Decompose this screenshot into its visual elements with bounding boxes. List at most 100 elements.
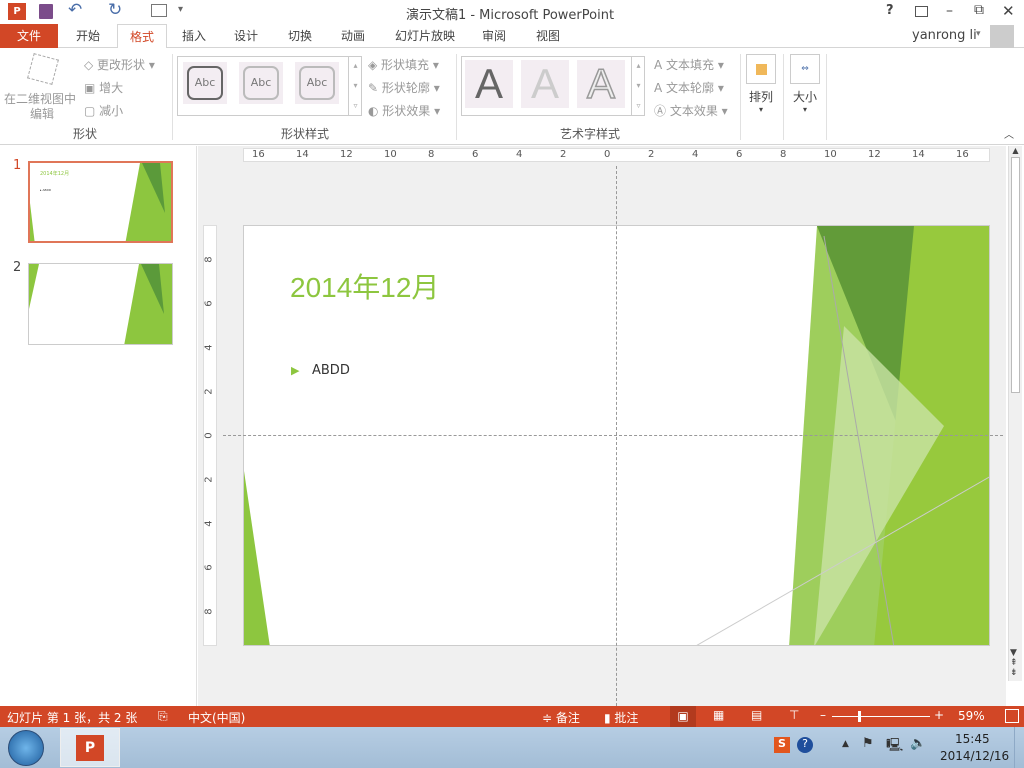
ruler-tick-label: 12 (340, 149, 353, 160)
slide-layout-icon[interactable] (151, 4, 167, 17)
customize-qat-icon[interactable]: ▾ (178, 4, 183, 15)
vertical-guide[interactable] (616, 166, 617, 706)
change-shape-button[interactable]: ◇ 更改形状 ▾ (84, 56, 155, 73)
zoom-slider[interactable] (832, 711, 930, 722)
horizontal-guide[interactable] (223, 435, 1003, 436)
comments-button[interactable]: ▮ 批注 (604, 709, 638, 726)
tab-insert[interactable]: 插入 (174, 24, 214, 48)
gallery-scroll[interactable]: ▴ ▾ ▿ (348, 56, 362, 116)
ruler-tick-label: 2 (648, 149, 655, 160)
shape-fill-label: 形状填充 (381, 58, 430, 72)
tab-slideshow[interactable]: 幻灯片放映 (390, 24, 460, 48)
slideshow-button[interactable]: ⊤ (789, 708, 799, 722)
close-button[interactable]: ✕ (1002, 2, 1015, 20)
show-hidden-icons[interactable]: ▲ (842, 739, 849, 749)
language-indicator[interactable]: 中文(中国) (188, 709, 245, 726)
help-button[interactable]: ? (886, 3, 894, 18)
undo-icon[interactable]: ↶ (68, 0, 82, 20)
tab-transitions[interactable]: 切换 (280, 24, 320, 48)
redo-icon[interactable]: ↻ (108, 0, 122, 20)
tab-view[interactable]: 视图 (528, 24, 568, 48)
collapse-ribbon-icon[interactable]: ︿ (1004, 126, 1014, 141)
tab-animations[interactable]: 动画 (333, 24, 373, 48)
restore-button[interactable]: ⧉ (974, 2, 984, 18)
ribbon: 在二维视图中 编辑 ◇ 更改形状 ▾ ▣ 增大 ▢ 减小 形状 Abc Abc … (0, 48, 1024, 145)
ime-help-icon[interactable]: ? (797, 737, 813, 753)
shape-effects-button[interactable]: ◐ 形状效果 ▾ (368, 102, 440, 119)
ruler-tick-label: 2 (203, 388, 215, 395)
chevron-down-icon[interactable]: ▾ (976, 29, 981, 39)
text-fill-button[interactable]: A 文本填充 ▾ (654, 56, 724, 73)
slide-thumbnail-2[interactable] (28, 263, 173, 345)
normal-view-button[interactable]: ▣ (670, 706, 696, 727)
shape-style-2-label: Abc (243, 66, 279, 100)
fit-to-window-button[interactable] (1005, 709, 1019, 723)
size-button[interactable]: ⇔ 大小 ▾ (790, 54, 820, 118)
tab-home[interactable]: 开始 (66, 24, 110, 48)
action-center-flag-icon[interactable]: ⚑ (862, 736, 874, 751)
spell-check-icon[interactable]: ⎘ (158, 709, 168, 724)
edit-shape-icon[interactable] (27, 53, 59, 85)
minimize-button[interactable]: – (946, 3, 953, 19)
sogou-ime-icon[interactable]: S (774, 737, 790, 753)
grow-button[interactable]: ▣ 增大 (84, 79, 123, 96)
powerpoint-logo-icon[interactable]: P (8, 3, 26, 20)
ribbon-display-options-icon[interactable] (915, 6, 928, 17)
zoom-in-button[interactable]: + (934, 708, 944, 722)
divider (826, 54, 827, 140)
vertical-scrollbar[interactable]: ▲ (1008, 146, 1022, 681)
shape-style-3[interactable]: Abc (295, 62, 339, 104)
text-outline-button[interactable]: A 文本轮廓 ▾ (654, 79, 724, 96)
reading-view-button[interactable]: ▤ (751, 708, 762, 722)
prev-slide-button[interactable]: ▼ ⇞ ⇟ (1010, 648, 1018, 678)
avatar[interactable] (990, 25, 1014, 49)
slide-sorter-button[interactable]: ▦ (713, 708, 724, 722)
shape-style-2[interactable]: Abc (239, 62, 283, 104)
wordart-style-3[interactable]: A (577, 59, 625, 108)
text-effects-button[interactable]: Ⓐ 文本效果 ▾ (654, 102, 728, 119)
divider (740, 54, 741, 140)
shape-fill-button[interactable]: ◈ 形状填充 ▾ (368, 56, 439, 73)
slide-thumbnail-1[interactable]: 2014年12月 ▸ ABDD (28, 161, 173, 243)
shape-style-1[interactable]: Abc (183, 62, 227, 104)
taskbar-powerpoint-button[interactable]: P (60, 728, 120, 767)
wordart-style-2[interactable]: A (521, 60, 569, 108)
tab-design[interactable]: 设计 (226, 24, 266, 48)
tab-file[interactable]: 文件 (0, 24, 58, 48)
user-name[interactable]: yanrong li (912, 28, 977, 43)
ruler-tick-label: 2 (203, 476, 215, 483)
wordart-gallery-scroll[interactable]: ▴ ▾ ▿ (631, 56, 645, 116)
ruler-tick-label: 16 (252, 149, 265, 160)
arrange-button[interactable]: 排列 ▾ (746, 54, 776, 118)
ruler-tick-label: 8 (428, 149, 435, 160)
shape-effects-label: 形状效果 (382, 104, 431, 118)
network-icon[interactable]: 🖳 (886, 736, 903, 758)
taskbar: P S ? ▲ ⚑ 🖳 🔈 15:45 2014/12/16 (0, 727, 1024, 768)
horizontal-ruler: 16 14 12 10 8 6 4 2 0 2 4 6 8 10 12 14 16 (243, 148, 990, 162)
title-bar: P ↶ ↻ ▾ 演示文稿1 - Microsoft PowerPoint ? –… (0, 0, 1024, 24)
slide-title[interactable]: 2014年12月 (290, 266, 439, 306)
volume-icon[interactable]: 🔈 (910, 736, 926, 751)
ruler-tick-label: 6 (472, 149, 479, 160)
tab-format[interactable]: 格式 (117, 24, 167, 49)
tab-review[interactable]: 审阅 (474, 24, 514, 48)
slide-bullet-text[interactable]: ABDD (312, 363, 350, 378)
start-button[interactable] (8, 730, 44, 766)
shape-outline-button[interactable]: ✎ 形状轮廓 ▾ (368, 79, 440, 96)
clock-date[interactable]: 2014/12/16 (940, 749, 1009, 763)
shrink-button[interactable]: ▢ 减小 (84, 102, 123, 119)
status-bar: 幻灯片 第 1 张，共 2 张 ⎘ 中文(中国) ≑ 备注 ▮ 批注 ▣ ▦ ▤… (0, 706, 1024, 727)
vertical-ruler: 8 6 4 2 0 2 4 6 8 (203, 225, 217, 646)
zoom-out-button[interactable]: – (820, 708, 826, 722)
clock-time[interactable]: 15:45 (955, 732, 990, 746)
size-label: 大小 (792, 90, 817, 104)
ribbon-tabs: 文件 开始 格式 插入 设计 切换 动画 幻灯片放映 审阅 视图 yanrong… (0, 24, 1024, 49)
notes-button[interactable]: ≑ 备注 (542, 709, 580, 726)
zoom-slider-thumb[interactable] (858, 711, 861, 722)
save-icon[interactable] (39, 4, 53, 19)
zoom-level[interactable]: 59% (958, 709, 985, 723)
shape-style-1-label: Abc (187, 66, 223, 100)
scrollbar-thumb[interactable] (1011, 157, 1020, 393)
wordart-style-1[interactable]: A (465, 60, 513, 108)
show-desktop-button[interactable] (1014, 727, 1024, 768)
